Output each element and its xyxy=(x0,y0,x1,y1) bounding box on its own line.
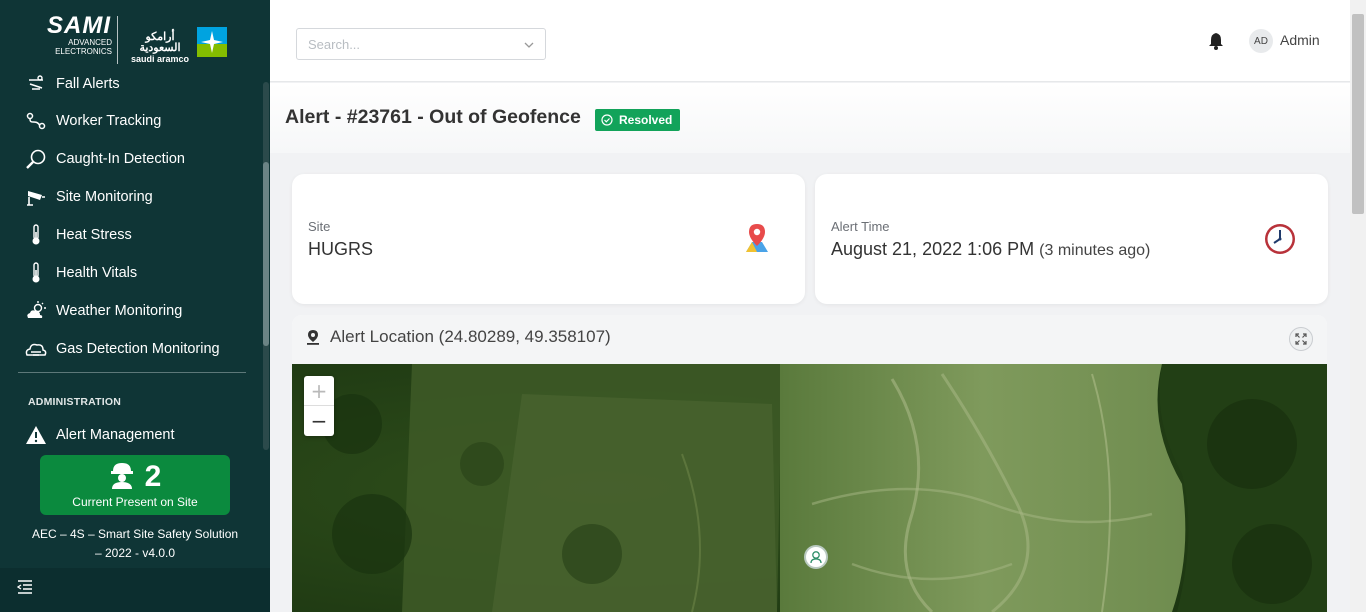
page-title: Alert - #23761 - Out of Geofence xyxy=(285,106,581,128)
worker-location-icon[interactable] xyxy=(804,545,828,569)
aramco-logo-arabic: أرامكو السعودية xyxy=(139,31,181,54)
thermometer-icon xyxy=(24,223,48,247)
alert-location-header: Alert Location (24.80289, 49.358107) xyxy=(292,315,1327,364)
check-circle-icon xyxy=(601,114,613,126)
alert-time-value: August 21, 2022 1:06 PM (3 minutes ago) xyxy=(831,239,1150,260)
worker-helmet-icon xyxy=(109,461,135,494)
gas-cloud-icon xyxy=(24,337,48,361)
sidebar-item-label: Health Vitals xyxy=(56,265,138,281)
section-heading-administration: ADMINISTRATION xyxy=(28,396,122,408)
map-pin-icon xyxy=(746,224,768,252)
satellite-imagery xyxy=(292,364,1327,612)
sidebar: Fall Alerts Worker Tracking Caught-In De… xyxy=(0,0,270,612)
warning-triangle-icon xyxy=(24,423,48,447)
status-badge-label: Resolved xyxy=(619,113,673,127)
weather-icon xyxy=(24,299,48,323)
sami-logo-text: SAMI xyxy=(47,12,111,39)
search-input[interactable]: Search... xyxy=(296,28,546,60)
aramco-logo-english: saudi aramco xyxy=(130,54,190,64)
alert-time-relative: (3 minutes ago) xyxy=(1039,242,1151,259)
alert-location-panel: Alert Location (24.80289, 49.358107) + − xyxy=(292,315,1327,612)
route-icon xyxy=(24,109,48,133)
alert-time-date: August 21, 2022 1:06 PM xyxy=(831,239,1035,259)
present-label: Current Present on Site xyxy=(72,495,198,509)
search-placeholder: Search... xyxy=(308,37,361,52)
location-pin-icon xyxy=(307,330,319,345)
version-footer: AEC – 4S – Smart Site Safety Solution – … xyxy=(31,527,239,560)
sidebar-item-label: Weather Monitoring xyxy=(56,303,183,319)
zoom-out-button[interactable]: − xyxy=(304,406,334,436)
collapse-menu-icon[interactable] xyxy=(17,580,33,594)
sidebar-item-label: Caught-In Detection xyxy=(56,151,185,167)
sidebar-item-label: Gas Detection Monitoring xyxy=(56,341,220,357)
sidebar-item-gas-detection-monitoring[interactable]: Gas Detection Monitoring xyxy=(24,337,220,361)
sami-logo: SAMI ADVANCED ELECTRONICS xyxy=(40,14,118,66)
sidebar-item-weather-monitoring[interactable]: Weather Monitoring xyxy=(24,299,182,323)
site-value: HUGRS xyxy=(308,239,374,259)
aramco-star-icon xyxy=(197,27,227,57)
map-zoom-control: + − xyxy=(304,376,334,436)
status-badge: Resolved xyxy=(595,109,681,131)
sidebar-item-label: Site Monitoring xyxy=(56,189,153,205)
sidebar-scrollbar-thumb[interactable] xyxy=(263,162,269,346)
sidebar-item-health-vitals[interactable]: Health Vitals xyxy=(24,261,137,285)
alert-location-title: Alert Location (24.80289, 49.358107) xyxy=(330,327,611,346)
page-scrollbar[interactable] xyxy=(1350,0,1366,612)
aramco-logo: أرامكو السعودية saudi aramco xyxy=(124,32,196,65)
sami-logo-subtext: ADVANCED ELECTRONICS xyxy=(55,38,112,56)
sidebar-item-site-monitoring[interactable]: Site Monitoring xyxy=(24,185,153,209)
thermometer-icon xyxy=(24,261,48,285)
sidebar-item-label: Worker Tracking xyxy=(56,113,162,129)
present-on-site-card: 2 Current Present on Site xyxy=(40,455,230,515)
sidebar-item-alert-management[interactable]: Alert Management xyxy=(24,423,174,447)
sidebar-item-heat-stress[interactable]: Heat Stress xyxy=(24,223,132,247)
alert-time-label: Alert Time xyxy=(831,219,890,234)
site-label: Site xyxy=(308,219,331,234)
logo-area: SAMI ADVANCED ELECTRONICS أرامكو السعودي… xyxy=(0,0,270,72)
bell-icon[interactable] xyxy=(1208,32,1224,50)
satellite-map[interactable]: + − xyxy=(292,364,1327,612)
fall-alert-icon xyxy=(24,72,48,96)
logo-divider xyxy=(117,16,118,64)
topbar: Search... AD Admin xyxy=(270,0,1350,82)
alert-time-card: Alert Time August 21, 2022 1:06 PM (3 mi… xyxy=(815,174,1328,304)
cctv-camera-icon xyxy=(24,185,48,209)
sidebar-item-label: Heat Stress xyxy=(56,227,132,243)
sidebar-divider xyxy=(18,372,246,373)
sidebar-item-caught-in-detection[interactable]: Caught-In Detection xyxy=(24,147,185,171)
zoom-in-button[interactable]: + xyxy=(304,376,334,406)
page-scrollbar-thumb[interactable] xyxy=(1352,14,1364,214)
expand-icon[interactable] xyxy=(1289,327,1313,351)
avatar[interactable]: AD xyxy=(1249,29,1273,53)
sidebar-item-worker-tracking[interactable]: Worker Tracking xyxy=(24,109,161,133)
user-name[interactable]: Admin xyxy=(1280,32,1320,48)
sidebar-item-label: Fall Alerts xyxy=(56,76,120,92)
present-count: 2 xyxy=(144,460,162,493)
page-header: Alert - #23761 - Out of Geofence Resolve… xyxy=(270,83,1350,153)
clock-icon xyxy=(1265,224,1295,254)
sidebar-item-label: Alert Management xyxy=(56,427,175,443)
sidebar-bottom-bar xyxy=(0,568,270,612)
site-card: Site HUGRS xyxy=(292,174,805,304)
sidebar-item-fall-alerts[interactable]: Fall Alerts xyxy=(24,72,120,96)
chevron-down-icon xyxy=(524,42,534,48)
magnifier-icon xyxy=(24,147,48,171)
